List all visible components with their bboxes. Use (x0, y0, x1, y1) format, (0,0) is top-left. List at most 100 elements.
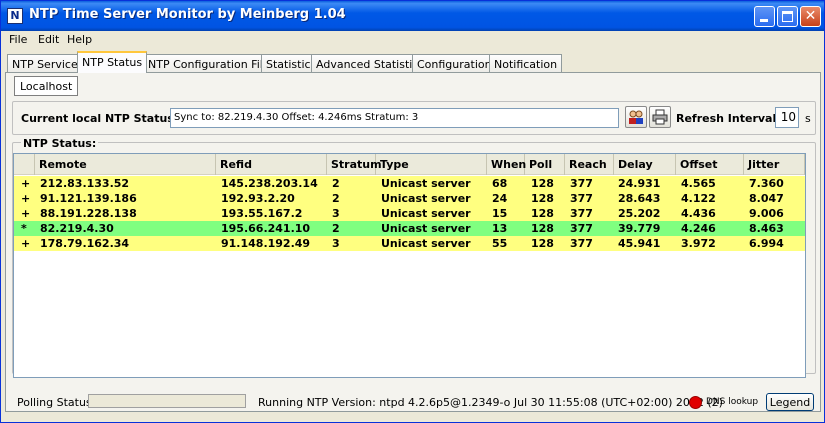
cell-remote: 82.219.4.30 (40, 222, 114, 235)
list-header: Remote Refid Stratum Type When Poll Reac… (14, 154, 805, 175)
cell-remote: 91.121.139.186 (40, 192, 137, 205)
cell-refid: 193.55.167.2 (221, 207, 303, 220)
column-header-stratum[interactable]: Stratum (327, 154, 382, 175)
cell-offset: 4.122 (681, 192, 716, 205)
cell-remote: 88.191.228.138 (40, 207, 137, 220)
cell-delay: 25.202 (618, 207, 661, 220)
cell-reach: 377 (570, 207, 593, 220)
legend-button[interactable]: Legend (766, 393, 814, 411)
column-header-jitter[interactable]: Jitter (744, 154, 805, 175)
cell-offset: 4.565 (681, 177, 716, 190)
cell-flag: + (21, 177, 31, 190)
menu-file[interactable]: File (9, 33, 27, 46)
column-header-reach[interactable]: Reach (565, 154, 614, 175)
column-header-type[interactable]: Type (376, 154, 487, 175)
cell-flag: + (21, 192, 31, 205)
tab-advanced-statistic[interactable]: Advanced Statistic (311, 54, 424, 73)
cell-offset: 3.972 (681, 237, 716, 250)
column-header-delay[interactable]: Delay (614, 154, 676, 175)
polling-status-label: Polling Status: (17, 396, 96, 409)
cell-delay: 24.931 (618, 177, 661, 190)
cell-refid: 145.238.203.14 (221, 177, 318, 190)
cell-stratum: 2 (332, 192, 340, 205)
cell-when: 15 (492, 207, 508, 220)
cell-reach: 377 (570, 177, 593, 190)
table-row[interactable]: +88.191.228.138 193.55.167.2 3 Unicast serv… (14, 206, 805, 221)
maximize-button[interactable] (777, 6, 798, 27)
tab-ntp-status[interactable]: NTP Status (77, 51, 148, 73)
cell-type: Unicast server (381, 222, 471, 235)
cell-remote: 178.79.162.34 (40, 237, 130, 250)
table-row[interactable]: +178.79.162.34 91.148.192.49 3 Unicast serv… (14, 236, 805, 251)
status-dot-icon (689, 396, 702, 409)
close-button[interactable]: ✕ (800, 6, 821, 27)
cell-poll: 128 (531, 222, 554, 235)
ntp-version-text: Running NTP Version: ntpd 4.2.6p5@1.2349… (258, 396, 723, 409)
cell-stratum: 3 (332, 207, 340, 220)
cell-type: Unicast server (381, 207, 471, 220)
cell-offset: 4.436 (681, 207, 716, 220)
cell-jitter: 8.047 (749, 192, 784, 205)
status-bar: Polling Status: Running NTP Version: ntp… (5, 393, 821, 413)
cell-reach: 377 (570, 222, 593, 235)
ntp-status-group-title: NTP Status: (21, 137, 99, 150)
refresh-interval-unit: s (805, 112, 811, 125)
cell-when: 68 (492, 177, 508, 190)
polling-status-indicator (88, 394, 246, 408)
cell-jitter: 6.994 (749, 237, 784, 250)
tab-configuration[interactable]: Configuration (412, 54, 497, 73)
ntp-peers-list[interactable]: Remote Refid Stratum Type When Poll Reac… (13, 153, 806, 378)
table-row[interactable]: +91.121.139.186 192.93.2.20 2 Unicast serve… (14, 191, 805, 206)
printer-icon (652, 109, 668, 125)
cell-stratum: 2 (332, 177, 340, 190)
table-row[interactable]: * 82.219.4.30 195.66.241.10 2 Unicast server… (14, 221, 805, 236)
refresh-interval-input[interactable]: 10 (775, 107, 799, 128)
cell-refid: 195.66.241.10 (221, 222, 311, 235)
tab-ntp-configuration-file[interactable]: NTP Configuration File (143, 54, 275, 73)
cell-jitter: 9.006 (749, 207, 784, 220)
tab-statistic[interactable]: Statistic (261, 54, 316, 73)
cell-flag: + (21, 237, 31, 250)
close-icon: ✕ (804, 8, 817, 24)
title-bar[interactable]: N NTP Time Server Monitor by Meinberg 1.… (1, 1, 824, 31)
cell-offset: 4.246 (681, 222, 716, 235)
print-button[interactable] (649, 106, 671, 128)
refresh-interval-label: Refresh Intervall: (676, 112, 785, 125)
cell-poll: 128 (531, 207, 554, 220)
cell-reach: 377 (570, 237, 593, 250)
cell-delay: 39.779 (618, 222, 661, 235)
minimize-button[interactable] (754, 6, 775, 27)
tab-ntp-service[interactable]: NTP Service (7, 54, 83, 73)
column-header-when[interactable]: When (487, 154, 526, 175)
menu-help[interactable]: Help (67, 33, 92, 46)
cell-poll: 128 (531, 177, 554, 190)
dns-lookup-label: DNS lookup (706, 397, 759, 407)
cell-flag: + (21, 207, 31, 220)
cell-refid: 192.93.2.20 (221, 192, 295, 205)
cell-remote: 212.83.133.52 (40, 177, 130, 190)
app-icon: N (7, 8, 23, 24)
sync-peers-button[interactable] (625, 106, 647, 128)
cell-flag: * (21, 222, 27, 235)
cell-jitter: 7.360 (749, 177, 784, 190)
column-header-offset[interactable]: Offset (676, 154, 744, 175)
cell-reach: 377 (570, 192, 593, 205)
window-title: NTP Time Server Monitor by Meinberg 1.04 (29, 7, 346, 22)
column-header-refid[interactable]: Refid (216, 154, 327, 175)
table-row[interactable]: +212.83.133.52 145.238.203.14 2 Unicast ser… (14, 176, 805, 191)
cell-type: Unicast server (381, 192, 471, 205)
current-status-group: Current local NTP Status: Sync to: 82.21… (12, 101, 816, 135)
column-header-poll[interactable]: Poll (525, 154, 565, 175)
column-header-flag[interactable] (14, 154, 35, 175)
app-window: N NTP Time Server Monitor by Meinberg 1.… (0, 0, 825, 423)
tab-notification[interactable]: Notification (489, 54, 563, 73)
cell-when: 55 (492, 237, 508, 250)
cell-poll: 128 (531, 192, 554, 205)
cell-type: Unicast server (381, 237, 471, 250)
menu-bar: File Edit Help (1, 31, 824, 49)
maximize-icon (782, 11, 793, 22)
column-header-remote[interactable]: Remote (35, 154, 216, 175)
cell-delay: 28.643 (618, 192, 661, 205)
subtab-localhost[interactable]: Localhost (14, 76, 79, 96)
menu-edit[interactable]: Edit (38, 33, 59, 46)
